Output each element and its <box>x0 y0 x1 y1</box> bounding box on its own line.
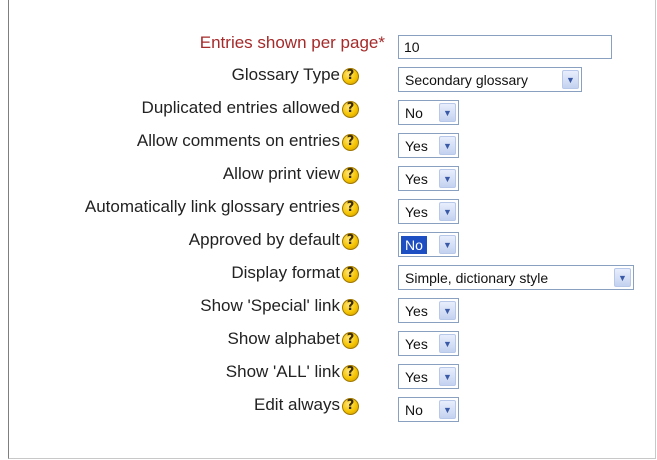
help-icon[interactable] <box>342 67 359 85</box>
allow-print-row: Allow print view Yes▼ <box>0 160 657 192</box>
chevron-down-icon[interactable]: ▼ <box>439 367 456 386</box>
show-special-row: Show 'Special' link Yes▼ <box>0 292 657 324</box>
allow-comments-row: Allow comments on entries Yes▼ <box>0 127 657 159</box>
help-icon[interactable] <box>342 331 359 349</box>
chevron-down-icon[interactable]: ▼ <box>439 301 456 320</box>
help-icon[interactable] <box>342 232 359 250</box>
auto-link-select[interactable]: Yes ▼ <box>398 199 459 224</box>
display-format-row: Display format Simple, dictionary style▼ <box>0 259 657 291</box>
chevron-down-icon[interactable]: ▼ <box>439 202 456 221</box>
entries-per-page-input[interactable] <box>398 35 612 59</box>
allow-print-select[interactable]: Yes ▼ <box>398 166 459 191</box>
help-icon[interactable] <box>342 265 359 283</box>
auto-link-row: Automatically link glossary entries Yes▼ <box>0 193 657 225</box>
display-format-label: Display format <box>231 263 359 283</box>
show-alphabet-label: Show alphabet <box>228 329 359 349</box>
duplicated-entries-label: Duplicated entries allowed <box>142 98 359 118</box>
show-alphabet-select[interactable]: Yes ▼ <box>398 331 459 356</box>
glossary-type-row: Glossary Type Secondary glossary▼ <box>0 61 657 93</box>
help-icon[interactable] <box>342 100 359 118</box>
show-all-row: Show 'ALL' link Yes▼ <box>0 358 657 390</box>
edit-always-label: Edit always <box>254 395 359 415</box>
edit-always-select[interactable]: No ▼ <box>398 397 459 422</box>
help-icon[interactable] <box>342 397 359 415</box>
help-icon[interactable] <box>342 166 359 184</box>
edit-always-row: Edit always No▼ <box>0 391 657 423</box>
allow-comments-label: Allow comments on entries <box>137 131 359 151</box>
allow-print-label: Allow print view <box>223 164 359 184</box>
show-all-select[interactable]: Yes ▼ <box>398 364 459 389</box>
chevron-down-icon[interactable]: ▼ <box>439 103 456 122</box>
help-icon[interactable] <box>342 199 359 217</box>
approved-default-label: Approved by default <box>189 230 359 250</box>
show-special-select[interactable]: Yes ▼ <box>398 298 459 323</box>
glossary-type-label: Glossary Type <box>232 65 359 85</box>
approved-default-select[interactable]: No ▼ <box>398 232 459 257</box>
allow-comments-select[interactable]: Yes ▼ <box>398 133 459 158</box>
chevron-down-icon[interactable]: ▼ <box>439 334 456 353</box>
show-alphabet-row: Show alphabet Yes▼ <box>0 325 657 357</box>
auto-link-label: Automatically link glossary entries <box>85 197 359 217</box>
chevron-down-icon[interactable]: ▼ <box>439 136 456 155</box>
approved-default-row: Approved by default No▼ <box>0 226 657 258</box>
entries-per-page-label: Entries shown per page* <box>199 33 385 52</box>
show-all-label: Show 'ALL' link <box>226 362 359 382</box>
chevron-down-icon[interactable]: ▼ <box>439 235 456 254</box>
help-icon[interactable] <box>342 133 359 151</box>
display-format-select[interactable]: Simple, dictionary style ▼ <box>398 265 634 290</box>
duplicated-entries-select[interactable]: No ▼ <box>398 100 459 125</box>
chevron-down-icon[interactable]: ▼ <box>439 169 456 188</box>
entries-per-page-row: Entries shown per page* <box>0 29 657 61</box>
show-special-label: Show 'Special' link <box>200 296 359 316</box>
help-icon[interactable] <box>342 364 359 382</box>
duplicated-entries-row: Duplicated entries allowed No▼ <box>0 94 657 126</box>
chevron-down-icon[interactable]: ▼ <box>614 268 631 287</box>
chevron-down-icon[interactable]: ▼ <box>562 70 579 89</box>
help-icon[interactable] <box>342 298 359 316</box>
chevron-down-icon[interactable]: ▼ <box>439 400 456 419</box>
glossary-type-select[interactable]: Secondary glossary ▼ <box>398 67 582 92</box>
